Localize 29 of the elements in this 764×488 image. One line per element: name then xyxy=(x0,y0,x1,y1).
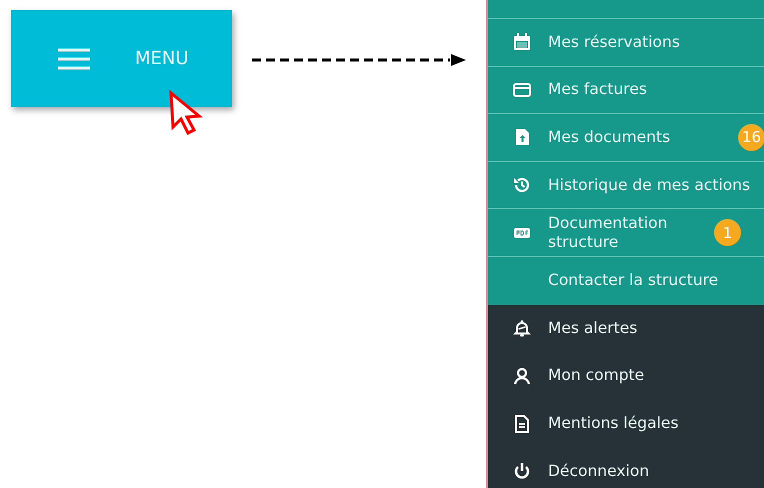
menu-button[interactable]: MENU xyxy=(11,10,232,107)
menu-item[interactable]: Mes alertes xyxy=(488,304,764,352)
menu-item-label: Mes documents xyxy=(548,128,672,147)
user-icon xyxy=(512,366,532,386)
power-icon xyxy=(512,461,532,482)
menu-item-label: Mes alertes xyxy=(548,318,638,338)
menu-item[interactable]: Mes documents 16 xyxy=(488,114,764,162)
menu-item-label: Contacter la structure xyxy=(548,271,720,290)
menu-item-label: Mes factures xyxy=(548,80,648,100)
count-badge: 1 xyxy=(714,219,741,246)
menu-item-label: Documentation structure xyxy=(548,214,668,252)
bell-icon xyxy=(512,318,532,338)
menu-item-label: Mon compte xyxy=(548,366,646,386)
menu-item[interactable]: Historique de mes actions xyxy=(488,162,764,210)
menu-item[interactable]: Documentation structure 1 xyxy=(488,209,764,257)
menu-item[interactable]: Mentions légales xyxy=(488,400,764,448)
calendar-icon xyxy=(512,32,532,52)
count-badge: 16 xyxy=(738,124,764,151)
menu-item[interactable]: Mon compte xyxy=(488,352,764,400)
menu-item-label: Historique de mes actions xyxy=(548,176,752,195)
hamburger-menu-icon xyxy=(57,48,91,70)
menu-item[interactable]: Mes réservations xyxy=(488,19,764,67)
menu-item-label: Mentions légales xyxy=(548,414,680,434)
menu-item-label: Déconnexion xyxy=(548,462,650,481)
menu-item-label: Mes réservations xyxy=(548,32,681,52)
document-icon xyxy=(512,414,532,434)
menu-item[interactable]: Mes factures xyxy=(488,66,764,114)
menu-item[interactable]: Déconnexion xyxy=(488,447,764,488)
menu-item[interactable]: Contacter la structure xyxy=(488,256,764,305)
